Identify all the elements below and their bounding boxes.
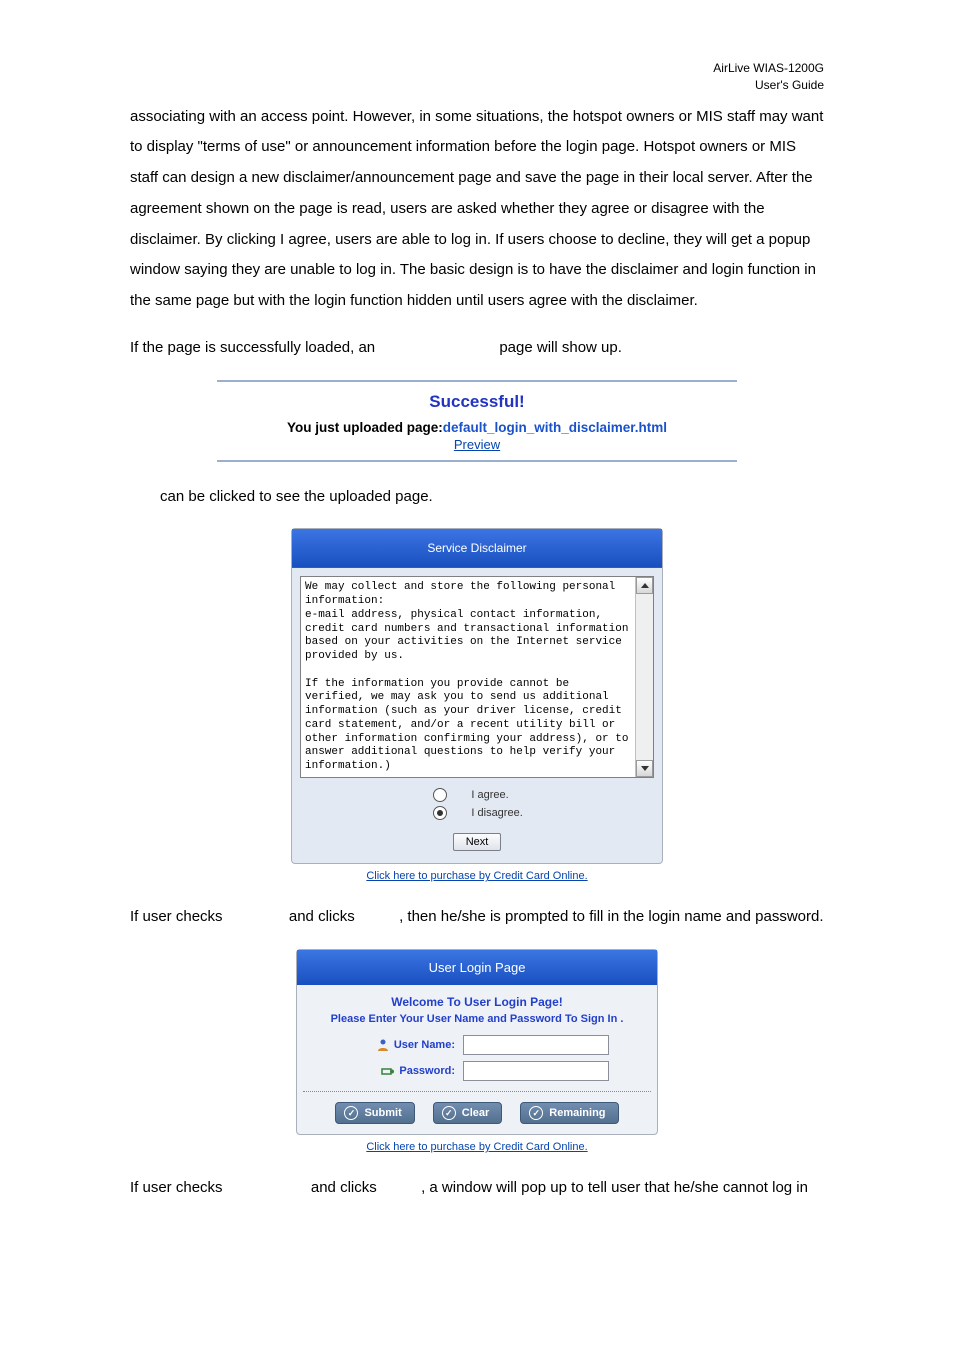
doc-header: AirLive WIAS-1200G User's Guide: [130, 60, 824, 94]
agree-radio[interactable]: [433, 788, 447, 802]
product-name: AirLive WIAS-1200G: [713, 61, 824, 75]
user-login-panel: User Login Page Welcome To User Login Pa…: [296, 949, 658, 1135]
remaining-button[interactable]: ✓ Remaining: [520, 1102, 618, 1124]
agree-sentence: If user checks and clicks , then he/she …: [130, 902, 824, 933]
upload-success-panel: Successful! You just uploaded page:defau…: [217, 380, 737, 462]
scrollbar[interactable]: [635, 577, 653, 777]
uploaded-line: You just uploaded page:default_login_wit…: [217, 420, 737, 435]
agree-label: I agree.: [471, 789, 508, 801]
doc-title: User's Guide: [755, 78, 824, 92]
username-input[interactable]: [463, 1035, 609, 1055]
disclaimer-textarea[interactable]: We may collect and store the following p…: [300, 576, 654, 778]
login-header: User Login Page: [297, 950, 657, 985]
login-instruction: Please Enter Your User Name and Password…: [297, 1013, 657, 1025]
username-label: User Name:: [394, 1039, 455, 1051]
password-label: Password:: [399, 1065, 455, 1077]
next-button[interactable]: Next: [453, 833, 502, 851]
preview-link[interactable]: Preview: [454, 437, 500, 452]
disagree-radio[interactable]: [433, 806, 447, 820]
uploaded-filename: default_login_with_disclaimer.html: [443, 420, 667, 435]
check-icon: ✓: [344, 1106, 358, 1120]
credit-card-link-2[interactable]: Click here to purchase by Credit Card On…: [366, 1141, 587, 1153]
service-disclaimer-panel: Service Disclaimer We may collect and st…: [291, 528, 663, 864]
key-icon: [381, 1064, 395, 1078]
check-icon: ✓: [529, 1106, 543, 1120]
scroll-down-icon[interactable]: [636, 760, 653, 777]
scroll-up-icon[interactable]: [636, 577, 653, 594]
submit-button[interactable]: ✓ Submit: [335, 1102, 414, 1124]
intro-paragraph: associating with an access point. Howeve…: [130, 102, 824, 317]
login-welcome: Welcome To User Login Page!: [297, 995, 657, 1009]
check-icon: ✓: [442, 1106, 456, 1120]
preview-sentence: can be clicked to see the uploaded page.: [160, 482, 824, 513]
user-icon: [376, 1038, 390, 1052]
loaded-sentence: If the page is successfully loaded, an p…: [130, 333, 824, 364]
success-title: Successful!: [217, 392, 737, 412]
disclaimer-header: Service Disclaimer: [292, 529, 662, 568]
credit-card-link[interactable]: Click here to purchase by Credit Card On…: [366, 870, 587, 882]
disagree-label: I disagree.: [471, 807, 522, 819]
password-input[interactable]: [463, 1061, 609, 1081]
clear-button[interactable]: ✓ Clear: [433, 1102, 503, 1124]
disagree-sentence: If user checks and clicks , a window wil…: [130, 1173, 824, 1204]
